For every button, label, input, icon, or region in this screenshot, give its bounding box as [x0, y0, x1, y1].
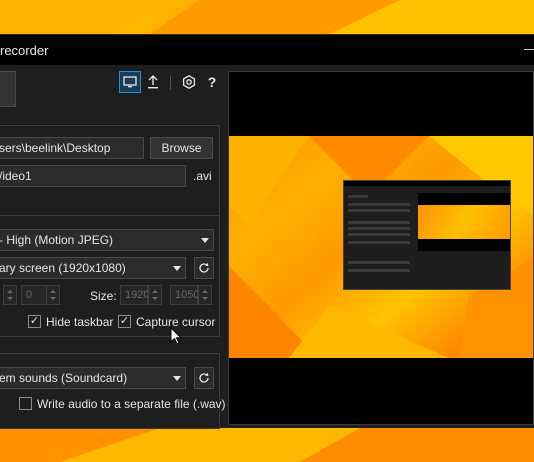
capture-cursor-checkbox[interactable]: ✓ — [118, 315, 131, 328]
position-y-field[interactable]: 0 — [21, 285, 47, 305]
audio-refresh-button[interactable] — [194, 367, 214, 389]
video-source-value: ary screen (1920x1080) — [0, 261, 126, 275]
codec-select[interactable]: - High (Motion JPEG) — [0, 229, 214, 251]
chevron-down-icon — [169, 258, 185, 278]
upload-icon[interactable] — [142, 71, 164, 93]
gear-icon[interactable] — [178, 71, 200, 93]
monitor-icon[interactable] — [119, 71, 141, 93]
video-refresh-button[interactable] — [194, 257, 214, 279]
browse-button[interactable]: Browse — [150, 137, 213, 159]
record-button[interactable] — [0, 71, 16, 107]
audio-source-value: em sounds (Soundcard) — [0, 371, 128, 385]
minimize-button[interactable] — [524, 49, 534, 50]
width-stepper[interactable] — [148, 285, 162, 305]
preview-app-thumbnail — [343, 180, 511, 290]
thumbnail-line — [348, 261, 410, 264]
width-field[interactable]: 1920 — [120, 285, 149, 305]
thumbnail-line — [348, 269, 410, 272]
refresh-icon — [199, 372, 209, 383]
thumbnail-line — [348, 233, 410, 236]
audio-group — [0, 353, 220, 429]
chevron-down-icon — [169, 368, 185, 388]
hide-taskbar-checkbox[interactable]: ✓ — [28, 315, 41, 328]
height-stepper[interactable] — [198, 285, 212, 305]
video-source-select[interactable]: ary screen (1920x1080) — [0, 257, 186, 279]
size-label: Size: — [90, 289, 117, 303]
thumbnail-line — [348, 203, 410, 206]
extension-label: .avi — [193, 169, 212, 183]
toolbar-divider — [170, 76, 171, 90]
chevron-down-icon — [197, 230, 213, 250]
app-window: recorder ? sers\beelink\Desktop Browse /… — [0, 34, 534, 429]
question-icon[interactable]: ? — [201, 71, 223, 93]
hide-taskbar-label: Hide taskbar — [46, 315, 114, 329]
refresh-icon — [199, 262, 209, 273]
title-bar: recorder — [0, 35, 534, 65]
thumbnail-line — [348, 227, 410, 230]
folder-path-field[interactable]: sers\beelink\Desktop — [0, 137, 144, 159]
preview-pane — [228, 71, 534, 425]
thumbnail-preview — [418, 193, 510, 251]
audio-source-select[interactable]: em sounds (Soundcard) — [0, 367, 186, 389]
preview-image — [229, 136, 533, 358]
height-field[interactable]: 1050 — [170, 285, 199, 305]
thumbnail-line — [348, 221, 410, 224]
mouse-cursor-icon — [170, 327, 182, 345]
window-title: recorder — [0, 43, 49, 58]
thumbnail-line — [348, 241, 410, 244]
separate-audio-checkbox[interactable] — [19, 397, 32, 410]
thumbnail-titlebar — [344, 181, 510, 186]
position-y-stepper[interactable] — [46, 285, 60, 305]
separate-audio-label: Write audio to a separate file (.wav) — [37, 397, 226, 411]
position-x-stepper[interactable] — [3, 285, 17, 305]
settings-pane: ? sers\beelink\Desktop Browse /ideo1 .av… — [0, 65, 228, 429]
codec-value: - High (Motion JPEG) — [0, 233, 114, 247]
filename-field[interactable]: /ideo1 — [0, 165, 186, 187]
thumbnail-line — [348, 209, 410, 212]
thumbnail-line — [348, 195, 368, 198]
